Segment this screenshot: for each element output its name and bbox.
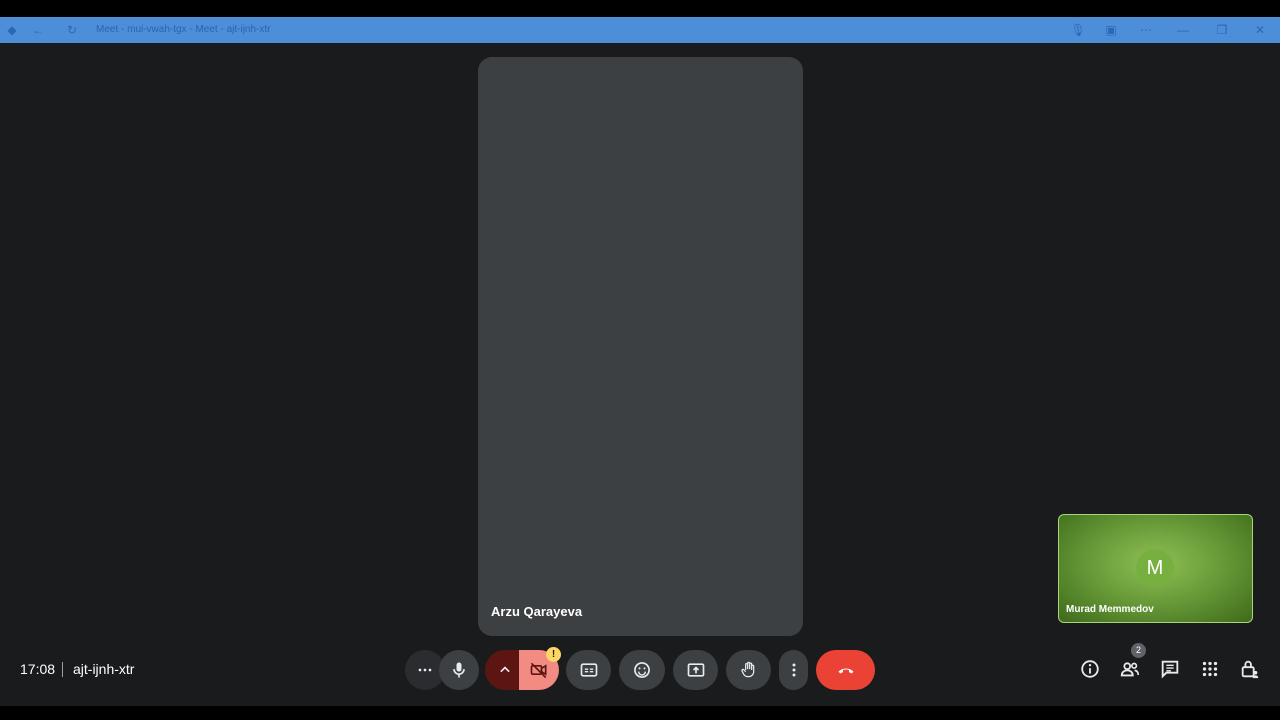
more-vert-icon xyxy=(792,663,795,677)
minimize-icon[interactable]: — xyxy=(1175,22,1191,38)
back-arrow-icon[interactable]: ← xyxy=(30,22,46,38)
apps-grid-icon xyxy=(1202,661,1218,677)
participant-name-main: Arzu Qarayeva xyxy=(491,604,583,619)
browser-title-bar: ◆ ← ↻ Meet - mui-vwah-tgx - Meet - ajt-i… xyxy=(0,17,1280,43)
emoji-icon xyxy=(634,662,650,678)
people-button[interactable] xyxy=(1119,658,1141,680)
microphone-icon xyxy=(453,662,465,678)
camera-warning-badge: ! xyxy=(546,647,561,662)
present-screen-icon xyxy=(687,663,704,677)
meeting-clock: 17:08 xyxy=(20,661,56,677)
mic-indicator-icon[interactable]: 🎙 xyxy=(1070,22,1086,38)
chat-button[interactable] xyxy=(1159,658,1181,680)
lock-person-icon xyxy=(1241,660,1259,679)
meeting-details-button[interactable] xyxy=(1079,658,1101,680)
people-icon xyxy=(1120,662,1140,677)
app-mode-icon[interactable]: ▣ xyxy=(1103,22,1119,38)
chevron-up-icon xyxy=(500,666,510,673)
menu-dots-icon[interactable]: ⋯ xyxy=(1138,22,1154,38)
info-icon xyxy=(1081,660,1099,678)
captions-icon xyxy=(580,663,597,677)
microphone-button[interactable] xyxy=(439,650,479,690)
camera-off-icon xyxy=(530,662,547,679)
present-screen-button[interactable] xyxy=(673,650,718,690)
raise-hand-button[interactable] xyxy=(726,650,771,690)
meeting-code: ajt-ijnh-xtr xyxy=(73,661,135,677)
restore-icon[interactable]: ❐ xyxy=(1214,22,1230,38)
divider xyxy=(62,662,63,677)
self-avatar: M xyxy=(1136,549,1174,587)
more-horiz-icon xyxy=(418,668,432,672)
refresh-icon[interactable]: ↻ xyxy=(64,22,80,38)
people-count-badge: 2 xyxy=(1131,643,1146,658)
leave-call-button[interactable] xyxy=(816,650,875,690)
more-options-button[interactable] xyxy=(779,650,808,690)
window-title: Meet - mui-vwah-tgx - Meet - ajt-ijnh-xt… xyxy=(96,24,271,35)
emoji-reactions-button[interactable] xyxy=(619,650,665,690)
host-controls-button[interactable] xyxy=(1239,658,1261,680)
activities-button[interactable] xyxy=(1199,658,1221,680)
app-icon: ◆ xyxy=(7,23,17,37)
participant-tile-main[interactable] xyxy=(478,57,803,636)
chat-icon xyxy=(1161,660,1179,679)
captions-button[interactable] xyxy=(566,650,611,690)
phone-hangup-icon xyxy=(838,668,853,674)
self-participant-name: Murad Memmedov xyxy=(1066,604,1154,615)
raise-hand-icon xyxy=(740,661,754,678)
close-icon[interactable]: ✕ xyxy=(1252,22,1268,38)
